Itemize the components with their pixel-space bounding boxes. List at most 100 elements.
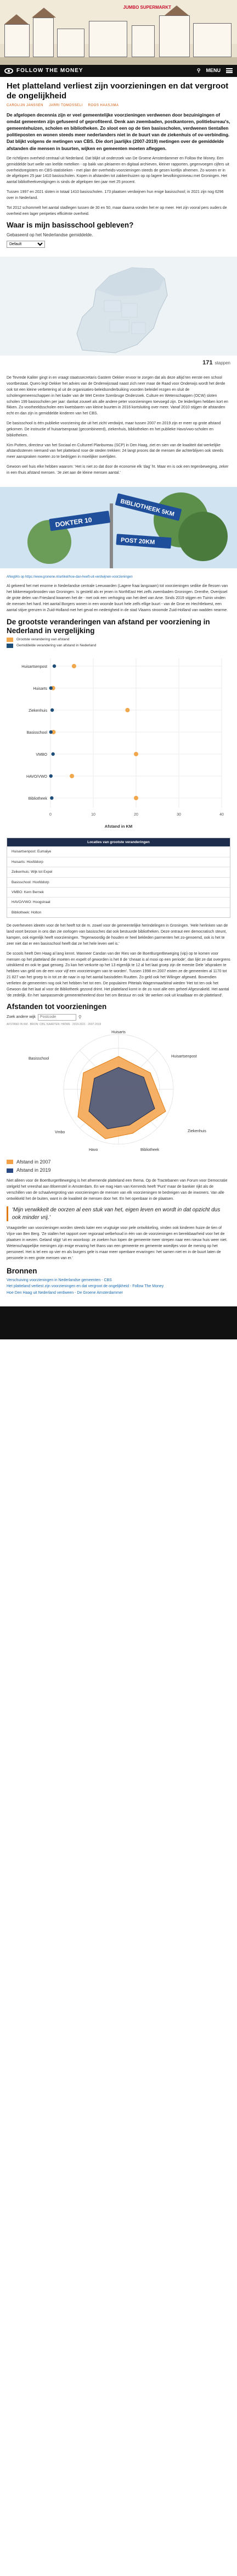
search-icon[interactable]: ⚲ (197, 67, 201, 74)
radar-axis-label: Basisschool (29, 1057, 49, 1061)
legend-swatch-2007 (7, 1160, 13, 1165)
article-lead: De afgelopen decennia zijn er veel gemee… (7, 112, 230, 151)
paragraph: De basisschool is één publieke voorzieni… (7, 422, 221, 437)
chart-dot-average-change[interactable] (49, 774, 53, 778)
radar-axis-label: Ziekenhuis (188, 1129, 206, 1133)
locations-table-header: Locaties van grootste veranderingen (7, 838, 230, 847)
chart-category-label: Huisartsenpost (21, 665, 47, 669)
street-sign-photo: DOKTER 10 BIBLIOTHEEK 5KM POST 20KM (0, 486, 237, 568)
legend-label: Afstand in 2019 (16, 1167, 51, 1173)
store-sign: JUMBO SUPERMARKT (123, 5, 171, 10)
table-row: Huisarts: Hoofddorp (7, 856, 230, 867)
radar-axis-label: Bibliotheek (140, 1148, 160, 1152)
distance-change-chart: Huisartsenpost Huisarts Ziekenhuis Basissch… (7, 651, 230, 834)
paragraph: De overheveen ideeën voor de het heeft t… (7, 924, 228, 946)
chart-dot-largest-change[interactable] (125, 707, 130, 712)
chart-dot-largest-change[interactable] (71, 663, 76, 668)
section-heading-school: Waar is mijn basisschool gebleven? (7, 221, 134, 230)
paragraph: De scools heeft Den Haag al lang kennt. … (7, 951, 230, 998)
author-name[interactable]: JARRI TOMOSSELI (49, 104, 82, 107)
radar-axis-label: Huisartsenpost (171, 1055, 197, 1059)
chart-legend-item: Gemiddelde verandering van afstand in Ne… (7, 643, 230, 649)
radar-legend-item: Afstand in 2019 (7, 1167, 230, 1174)
search-icon[interactable]: ⚲ (78, 1014, 82, 1021)
locations-table: Locaties van grootste veranderingen Huis… (7, 837, 230, 918)
table-row: Basisschool: Hoofddorp (7, 877, 230, 887)
pull-quote: 'Mijn verwikkelt de oorzen al een stuk v… (7, 1206, 230, 1222)
search-section-title: Afstanden tot voorzieningen (7, 1002, 107, 1011)
chart-category-label: VMBO (36, 753, 47, 757)
brand-name: FOLLOW THE MONEY (16, 67, 83, 74)
sources-section: Bronnen Verschuiving voorzieningen in Ne… (7, 1267, 230, 1296)
eye-logo-icon (4, 68, 13, 74)
chart-dot-average-change[interactable] (51, 752, 55, 756)
photo-caption[interactable]: ANegWo op https://www.gronene.nl/artikel… (7, 575, 230, 580)
site-footer (0, 1306, 237, 1340)
netherlands-map[interactable] (0, 257, 237, 356)
hero-illustration: JUMBO SUPERMARKT (0, 0, 237, 65)
chart-x-axis-label: Afstand in KM (105, 824, 132, 829)
paragraph: Vraagsteller van voorzieningen worden st… (7, 1226, 228, 1260)
paragraph: Al gekeerd het met enorme in Nederlandse… (7, 584, 228, 612)
legend-label: Grootste verandering van afstand (16, 638, 70, 642)
postcode-input[interactable] (37, 1013, 76, 1021)
table-row: HAVO/VWO: Hoogstraat (7, 897, 230, 907)
source-link[interactable]: Hoe Den Haag uit Nederland verdween - De… (7, 1291, 123, 1295)
chart-x-tick-label: 40 (219, 813, 224, 817)
chart-category-label: Basisschool (27, 731, 48, 735)
radar-axis-label: Vmbo (55, 1131, 65, 1134)
author-name[interactable]: CAROLIJN JANSSEN (7, 104, 43, 107)
article-title: Het platteland verliest zijn voorziening… (7, 81, 229, 101)
chart-x-tick-label: 10 (91, 813, 95, 817)
chart-dot-average-change[interactable] (49, 686, 53, 690)
legend-label: Gemiddelde verandering van afstand in Ne… (16, 644, 97, 648)
author-list: CAROLIJN JANSSEN JARRI TOMOSSELI ROOS HA… (7, 103, 230, 108)
step-count: 171 (202, 359, 213, 367)
step-label: stappen (215, 361, 230, 366)
chart-dot-largest-change[interactable] (134, 751, 138, 756)
legend-swatch-2019 (7, 1168, 13, 1173)
chart-dot-average-change[interactable] (49, 730, 53, 734)
table-row: Huisartsenpost: Eumalye (7, 846, 230, 856)
article: Het platteland verliest zijn voorziening… (0, 77, 237, 257)
radar-axis-label: Havo (89, 1148, 98, 1152)
chart-dot-average-change[interactable] (50, 708, 54, 712)
paragraph: De richtlijnen overheid centraal uit Ned… (7, 156, 229, 185)
chart-category-label: HAVO/VWO (26, 775, 48, 779)
menu-label[interactable]: MENU (206, 67, 221, 74)
chart-category-label: Ziekenhuis (29, 709, 47, 713)
postcode-search: Zoek andere wijk ⚲ (7, 1013, 230, 1021)
paragraph: Kim Putters, directeur van het Sociaal e… (7, 443, 223, 459)
legend-label: Afstand in 2007 (16, 1159, 51, 1165)
chart-dot-average-change[interactable] (50, 796, 54, 800)
site-header: FOLLOW THE MONEY ⚲ MENU (0, 65, 237, 77)
chart-dot-average-change[interactable] (52, 664, 57, 668)
sources-title: Bronnen (7, 1267, 37, 1276)
radar-axis-label: Huisarts (111, 1031, 126, 1034)
chart-x-tick-label: 30 (177, 813, 181, 817)
chart-x-tick-label: 20 (134, 813, 138, 817)
paragraph: Tot 2012 schommelt het aantal stadlegen … (7, 206, 227, 216)
chart-x-tick-label: 0 (49, 813, 52, 817)
radar-chart: Huisarts Huisartsenpost Ziekenhuis Bibli… (7, 1029, 230, 1157)
municipality-select[interactable]: Default (7, 241, 45, 248)
chart-category-label: Huisarts (33, 687, 47, 691)
brand-logo[interactable]: FOLLOW THE MONEY (4, 67, 83, 75)
source-link[interactable]: Verschuiving voorzieningen in Nederlands… (7, 1278, 112, 1282)
radar-legend-item: Afstand in 2007 (7, 1159, 230, 1166)
chart-dot-largest-change[interactable] (134, 795, 138, 800)
caption-link[interactable]: ANegWo op https://www.gronene.nl/artikel… (7, 575, 133, 579)
legend-swatch-2019 (7, 644, 13, 649)
legend-swatch-2007 (7, 637, 13, 642)
table-row: Bibliotheek: Holton (7, 907, 230, 917)
paragraph: Niet alleen voor de BoerBurgerBeweging i… (7, 1179, 228, 1201)
paragraph: De Tevrede Kaliter gingt in en vraagt st… (7, 376, 228, 416)
search-label: Zoek andere wijk (7, 1015, 36, 1019)
hamburger-icon[interactable] (226, 68, 233, 74)
paragraph: Tussen 1997 en 2021 sloten in totaal 141… (7, 190, 224, 200)
chart-dot-largest-change[interactable] (70, 773, 74, 778)
table-row: VMBO: Kern Bernek (7, 887, 230, 897)
author-name[interactable]: ROOS HAASJIMA (88, 104, 119, 107)
source-link[interactable]: Het platteland verliest zijn voorziening… (7, 1284, 163, 1288)
chart-credit: AFSTAND IN KM · BRON: CBS, KAARTEN: HATA… (7, 1022, 101, 1026)
